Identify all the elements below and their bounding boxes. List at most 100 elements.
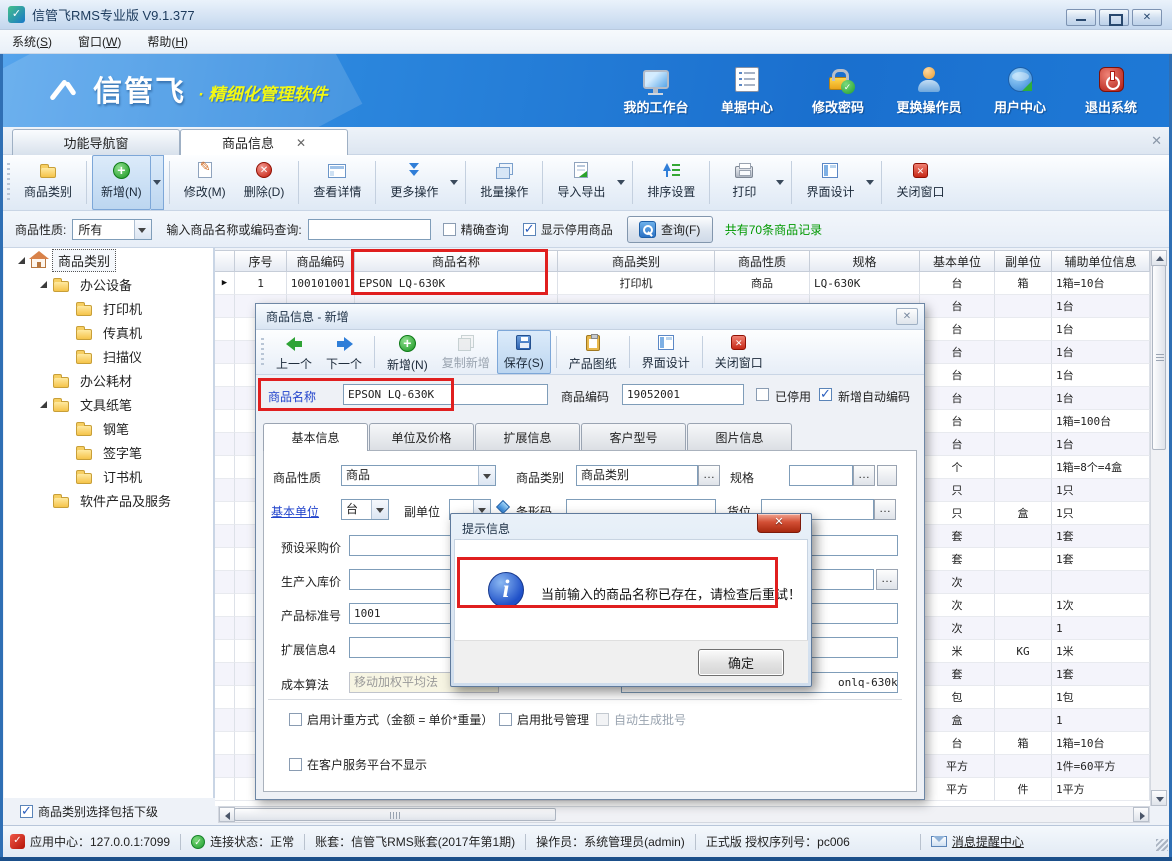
tree-item-pen[interactable]: 钢笔 bbox=[4, 416, 213, 440]
cell-aux-unit[interactable]: 1只 bbox=[1052, 502, 1150, 525]
row-selector[interactable] bbox=[215, 571, 235, 594]
cell-base-unit[interactable]: 只 bbox=[920, 502, 995, 525]
vertical-scroll-thumb[interactable] bbox=[1152, 265, 1166, 450]
dialog-close-icon[interactable] bbox=[896, 308, 918, 325]
tab-close-icon[interactable]: ✕ bbox=[296, 136, 306, 150]
cell-base-unit[interactable]: 包 bbox=[920, 686, 995, 709]
row-selector[interactable] bbox=[215, 778, 235, 801]
menu-system[interactable]: 系统(S) bbox=[12, 33, 52, 50]
row-selector[interactable] bbox=[215, 617, 235, 640]
batch-actions-button[interactable]: 批量操作 bbox=[471, 155, 537, 210]
resize-grip[interactable] bbox=[1156, 839, 1168, 851]
view-detail-button[interactable]: 查看详情 bbox=[304, 155, 370, 210]
edit-button[interactable]: 修改(M) bbox=[175, 155, 235, 210]
product-name-input[interactable]: EPSON LQ-630K bbox=[343, 384, 548, 405]
column-header[interactable]: 商品性质 bbox=[715, 251, 810, 271]
add-dropdown-caret[interactable] bbox=[151, 155, 164, 210]
add-button[interactable]: 新增(N) bbox=[92, 155, 151, 210]
tree-item-fax[interactable]: 传真机 bbox=[4, 320, 213, 344]
cell-base-unit[interactable]: 次 bbox=[920, 594, 995, 617]
maximize-button[interactable] bbox=[1099, 9, 1129, 26]
base-unit-select[interactable]: 台 bbox=[341, 499, 389, 520]
row-selector[interactable] bbox=[215, 525, 235, 548]
row-selector[interactable] bbox=[215, 387, 235, 410]
tab-product-info[interactable]: 商品信息✕ bbox=[180, 129, 348, 155]
next-record-button[interactable]: 下一个 bbox=[319, 330, 369, 374]
cell-aux-unit[interactable]: 1 bbox=[1052, 617, 1150, 640]
row-selector[interactable] bbox=[215, 686, 235, 709]
exact-search-checkbox[interactable] bbox=[443, 223, 456, 236]
cell-base-unit[interactable]: 个 bbox=[920, 456, 995, 479]
location-picker-button[interactable] bbox=[874, 499, 896, 520]
delete-button[interactable]: 删除(D) bbox=[235, 155, 294, 210]
row-selector[interactable] bbox=[215, 410, 235, 433]
cell-aux-unit[interactable]: 1平方 bbox=[1052, 778, 1150, 801]
table-row[interactable]: ▶ 1 100101001 EPSON LQ-630K 打印机 商品 LQ-63… bbox=[215, 272, 1150, 295]
column-header[interactable]: 规格 bbox=[810, 251, 920, 271]
cell-aux-unit[interactable]: 1米 bbox=[1052, 640, 1150, 663]
cell-spec[interactable]: LQ-630K bbox=[810, 272, 920, 295]
my-workbench-button[interactable]: 我的工作台 bbox=[617, 62, 695, 120]
cell-base-unit[interactable]: 套 bbox=[920, 548, 995, 571]
tree-item-software-services[interactable]: 软件产品及服务 bbox=[4, 488, 213, 512]
column-header[interactable]: 辅助单位信息 bbox=[1052, 251, 1150, 271]
cell-aux-unit[interactable]: 1箱=8个=4盒 bbox=[1052, 456, 1150, 479]
cell-sub-unit[interactable] bbox=[995, 755, 1052, 778]
column-header[interactable]: 序号 bbox=[235, 251, 287, 271]
tree-item-office-equipment[interactable]: 办公设备 bbox=[4, 272, 213, 296]
prev-record-button[interactable]: 上一个 bbox=[269, 330, 319, 374]
cell-aux-unit[interactable] bbox=[1052, 571, 1150, 594]
cell-sub-unit[interactable] bbox=[995, 410, 1052, 433]
scroll-left-arrow[interactable] bbox=[219, 807, 235, 822]
tree-item-root[interactable]: 商品类别 bbox=[4, 248, 213, 272]
tab-basic-info[interactable]: 基本信息 bbox=[263, 423, 368, 451]
batch-checkbox[interactable] bbox=[499, 713, 512, 726]
menu-help[interactable]: 帮助(H) bbox=[147, 33, 188, 50]
tree-item-scanner[interactable]: 扫描仪 bbox=[4, 344, 213, 368]
cell-aux-unit[interactable]: 1包 bbox=[1052, 686, 1150, 709]
message-center-link[interactable]: 消息提醒中心 bbox=[931, 833, 1024, 850]
cell-base-unit[interactable]: 台 bbox=[920, 318, 995, 341]
more-actions-button[interactable]: 更多操作 bbox=[381, 155, 447, 210]
cell-seq[interactable]: 1 bbox=[235, 272, 287, 295]
expand-icon[interactable] bbox=[40, 401, 47, 408]
cell-sub-unit[interactable]: 件 bbox=[995, 778, 1052, 801]
dialog-title-bar[interactable]: 商品信息 - 新增 bbox=[256, 304, 924, 330]
print-caret[interactable] bbox=[773, 155, 786, 210]
spec-extra-button[interactable] bbox=[877, 465, 897, 486]
cell-aux-unit[interactable]: 1台 bbox=[1052, 341, 1150, 364]
cell-base-unit[interactable]: 台 bbox=[920, 732, 995, 755]
cell-sub-unit[interactable] bbox=[995, 617, 1052, 640]
cell-aux-unit[interactable]: 1台 bbox=[1052, 433, 1150, 456]
cell-base-unit[interactable]: 台 bbox=[920, 272, 995, 295]
cell-aux-unit[interactable]: 1台 bbox=[1052, 318, 1150, 341]
row-selector[interactable] bbox=[215, 341, 235, 364]
cell-aux-unit[interactable]: 1箱=10台 bbox=[1052, 272, 1150, 295]
cell-aux-unit[interactable]: 1台 bbox=[1052, 387, 1150, 410]
cell-category[interactable]: 打印机 bbox=[558, 272, 715, 295]
row-selector[interactable] bbox=[215, 502, 235, 525]
row-selector[interactable] bbox=[215, 709, 235, 732]
cell-base-unit[interactable]: 平方 bbox=[920, 755, 995, 778]
cell-sub-unit[interactable] bbox=[995, 456, 1052, 479]
cell-aux-unit[interactable]: 1次 bbox=[1052, 594, 1150, 617]
dialog-add-button[interactable]: 新增(N) bbox=[380, 330, 435, 374]
tabstrip-close-icon[interactable]: ✕ bbox=[1151, 133, 1162, 149]
search-input[interactable] bbox=[308, 219, 431, 240]
row-selector[interactable] bbox=[215, 456, 235, 479]
ok-button[interactable]: 确定 bbox=[698, 649, 784, 676]
cell-sub-unit[interactable] bbox=[995, 364, 1052, 387]
column-header[interactable]: 商品编码 bbox=[287, 251, 355, 271]
cell-sub-unit[interactable] bbox=[995, 318, 1052, 341]
product-drawing-button[interactable]: 产品图纸 bbox=[562, 330, 624, 374]
minimize-button[interactable] bbox=[1066, 9, 1096, 26]
row-selector[interactable] bbox=[215, 663, 235, 686]
row-selector[interactable] bbox=[215, 755, 235, 778]
cell-sub-unit[interactable] bbox=[995, 686, 1052, 709]
dialog-ui-design-button[interactable]: 界面设计 bbox=[635, 330, 697, 374]
stopped-checkbox[interactable] bbox=[756, 388, 769, 401]
import-export-button[interactable]: 导入导出 bbox=[548, 155, 614, 210]
cell-aux-unit[interactable]: 1台 bbox=[1052, 295, 1150, 318]
cell-aux-unit[interactable]: 1件=60平方 bbox=[1052, 755, 1150, 778]
scroll-right-arrow[interactable] bbox=[1133, 807, 1149, 822]
